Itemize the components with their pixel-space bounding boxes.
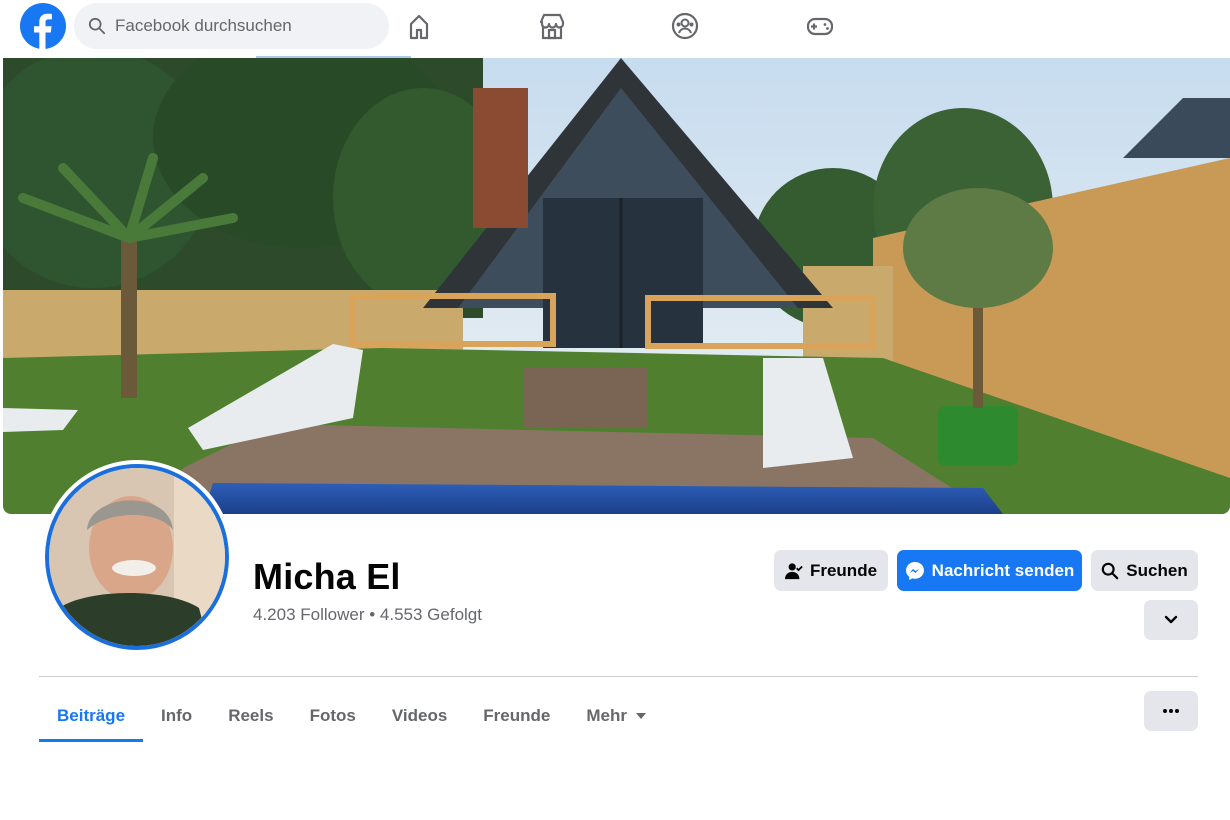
tab-friends[interactable]: Freunde xyxy=(465,690,568,742)
gaming-icon[interactable] xyxy=(806,12,834,40)
tab-info[interactable]: Info xyxy=(143,690,210,742)
tab-label: Freunde xyxy=(483,706,551,725)
more-options-button[interactable] xyxy=(1144,691,1198,731)
tab-more[interactable]: Mehr xyxy=(568,690,664,742)
friend-check-icon xyxy=(784,562,803,579)
profile-picture-frame xyxy=(41,460,233,654)
ellipsis-icon xyxy=(1163,709,1179,713)
friends-button[interactable]: Freunde xyxy=(774,550,888,591)
search-icon xyxy=(88,17,106,35)
search-button-label: Suchen xyxy=(1126,560,1188,580)
home-icon[interactable] xyxy=(405,12,433,40)
search-icon xyxy=(1102,562,1119,579)
tab-label: Fotos xyxy=(309,706,356,725)
send-message-button[interactable]: Nachricht senden xyxy=(897,550,1082,591)
tab-label: Info xyxy=(161,706,193,725)
profile-name: Micha El xyxy=(253,556,401,597)
friends-button-label: Freunde xyxy=(809,560,878,580)
cover-photo[interactable] xyxy=(3,58,1230,514)
tab-label: Mehr xyxy=(586,706,627,725)
top-navigation-bar xyxy=(0,0,1230,59)
tab-label: Videos xyxy=(391,706,448,725)
tab-label: Beiträge xyxy=(57,706,126,725)
avatar-image xyxy=(49,468,225,646)
search-bar[interactable] xyxy=(74,3,389,49)
profile-tabs: Beiträge Info Reels Fotos Videos Freunde… xyxy=(39,690,664,742)
search-input[interactable] xyxy=(115,16,365,36)
send-message-label: Nachricht senden xyxy=(931,560,1075,580)
tab-reels[interactable]: Reels xyxy=(210,690,291,742)
profile-divider xyxy=(39,676,1198,677)
search-profile-button[interactable]: Suchen xyxy=(1091,550,1198,591)
tab-videos[interactable]: Videos xyxy=(374,690,465,742)
tab-photos[interactable]: Fotos xyxy=(292,690,374,742)
tab-posts[interactable]: Beiträge xyxy=(39,690,144,742)
tab-label: Reels xyxy=(228,706,274,725)
facebook-logo-icon[interactable] xyxy=(20,3,66,49)
messenger-icon xyxy=(905,561,924,580)
avatar[interactable] xyxy=(45,464,229,650)
follower-stats[interactable]: 4.203 Follower • 4.553 Gefolgt xyxy=(253,605,482,625)
marketplace-icon[interactable] xyxy=(538,12,566,40)
groups-icon[interactable] xyxy=(671,12,699,40)
expand-button[interactable] xyxy=(1144,600,1198,640)
chevron-down-icon xyxy=(1164,615,1178,624)
cover-photo-image xyxy=(3,58,1230,514)
caret-down-icon xyxy=(635,713,646,719)
